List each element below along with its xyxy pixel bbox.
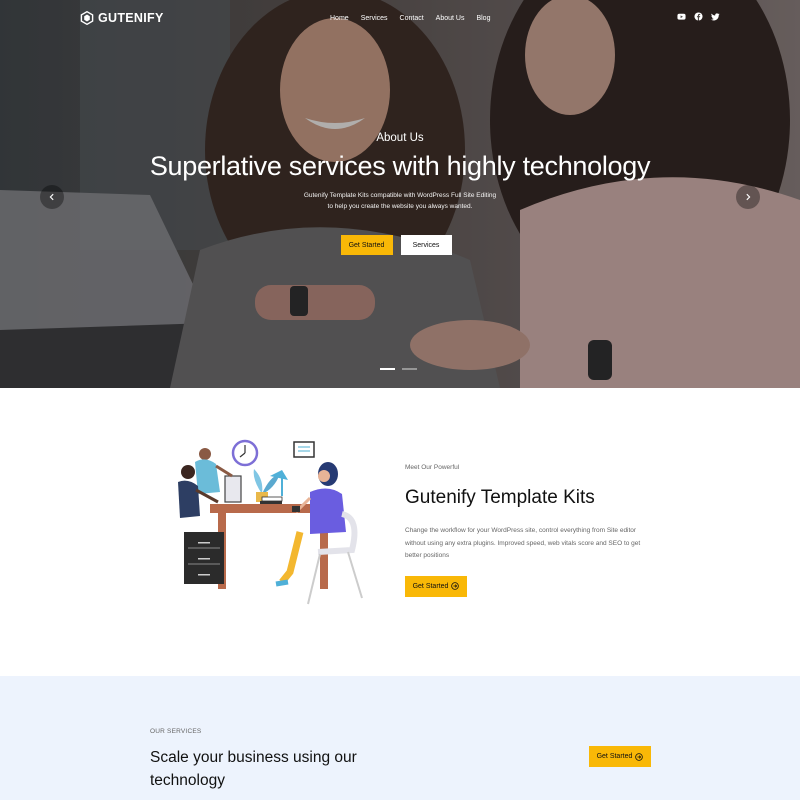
services-title: Scale your business using our technology [150, 749, 357, 789]
hero-description: Gutenify Template Kits compatible with W… [0, 190, 800, 212]
feature-get-started-button[interactable]: Get Started [405, 575, 467, 597]
chevron-left-icon [49, 193, 54, 201]
get-started-button[interactable]: Get Started [340, 235, 393, 255]
chevron-right-icon [746, 193, 751, 201]
nav-link-about-us[interactable]: About Us [436, 15, 465, 22]
services-button[interactable]: Services [400, 235, 452, 255]
arrow-circle-right-icon [635, 752, 644, 761]
feature-description: Change the workflow for your WordPress s… [405, 527, 641, 559]
slider-pagination [380, 368, 417, 370]
nav-link-services[interactable]: Services [361, 15, 388, 22]
hero-description-line: to help you create the website you alway… [327, 203, 473, 210]
button-label: Get Started [596, 753, 633, 760]
nav-link-home[interactable]: Home [330, 15, 349, 22]
services-section: OUR SERVICES Scale your business using o… [0, 676, 800, 800]
slider-next-button[interactable] [736, 185, 760, 209]
youtube-icon[interactable] [677, 12, 686, 21]
feature-text: Meet Our Powerful Gutenify Template Kits… [405, 464, 645, 597]
hero-slider: GUTENIFY Home Services Contact About Us … [0, 0, 800, 388]
facebook-icon[interactable] [694, 12, 703, 21]
arrow-circle-right-icon [451, 582, 460, 590]
team-work-illustration [178, 439, 363, 605]
hero-title: Superlative services with highly technol… [149, 151, 651, 181]
nav-link-contact[interactable]: Contact [400, 15, 424, 22]
hero-content: About Us Superlative services with highl… [0, 132, 800, 212]
slider-prev-button[interactable] [40, 185, 64, 209]
slider-dot-1[interactable] [380, 368, 395, 370]
site-logo-text: GUTENIFY [98, 11, 164, 25]
button-label: Get Started [412, 582, 449, 590]
hero-buttons: Get Started Services [0, 235, 800, 255]
logo-icon [80, 11, 94, 25]
social-links [677, 12, 720, 21]
feature-section: Meet Our Powerful Gutenify Template Kits… [0, 388, 800, 676]
services-kicker: OUR SERVICES [150, 728, 202, 735]
feature-title: Gutenify Template Kits [405, 487, 595, 508]
main-menu: Home Services Contact About Us Blog [330, 0, 502, 36]
twitter-icon[interactable] [711, 12, 720, 21]
services-get-started-button[interactable]: Get Started [589, 746, 651, 767]
hero-subtitle: About Us [376, 132, 424, 144]
slider-dot-2[interactable] [402, 368, 417, 370]
site-logo[interactable]: GUTENIFY [80, 11, 164, 25]
feature-kicker: Meet Our Powerful [405, 464, 460, 471]
nav-link-blog[interactable]: Blog [476, 15, 490, 22]
hero-description-line: Gutenify Template Kits compatible with W… [303, 192, 497, 199]
top-navigation: GUTENIFY Home Services Contact About Us … [0, 0, 800, 36]
